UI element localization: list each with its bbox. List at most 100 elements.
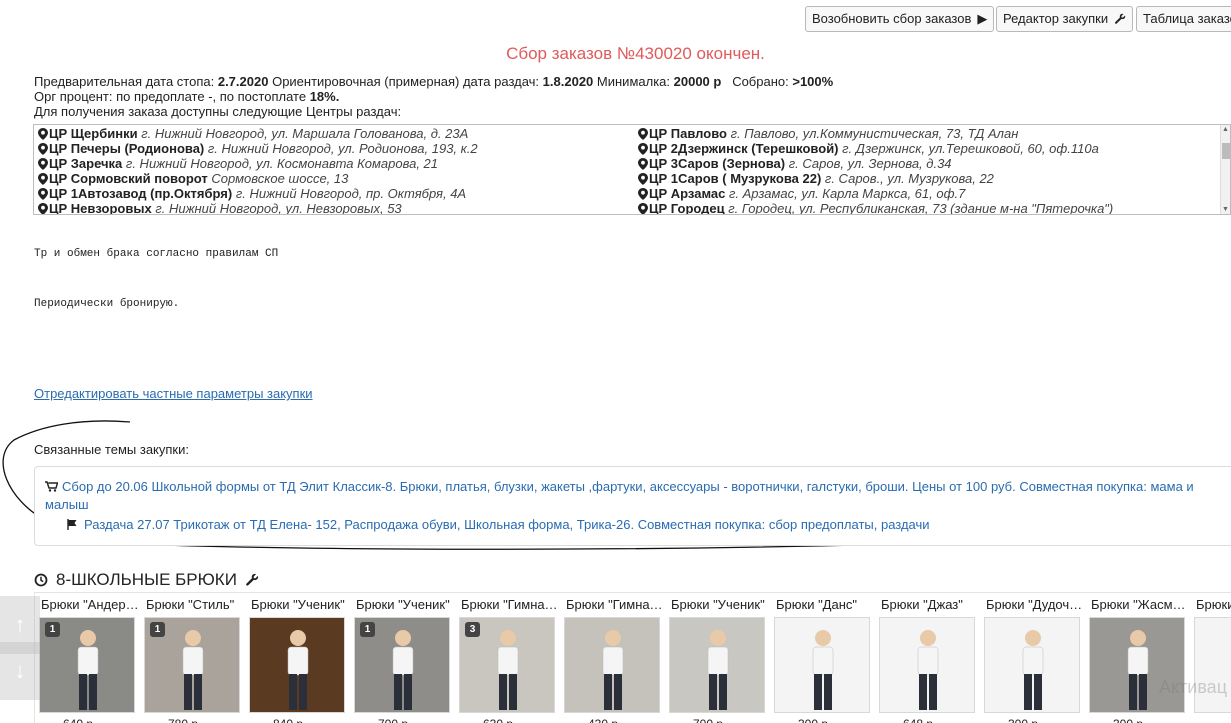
center-address: г. Нижний Новгород, ул. Космонавта Комар… — [125, 156, 439, 171]
map-marker-icon — [38, 173, 48, 185]
product-image[interactable] — [249, 617, 345, 713]
activation-watermark: Активац — [1158, 677, 1227, 697]
product-card[interactable]: Брюки "Жасмин" 300 р. — [1085, 593, 1191, 723]
product-name[interactable]: Брюки "Дудочки" — [986, 597, 1086, 612]
product-card[interactable]: Брюки — [1190, 593, 1231, 723]
product-price: 700 р. — [378, 717, 411, 723]
product-name[interactable]: Брюки "Гимназист" — [566, 597, 666, 612]
related-topic-2-text[interactable]: Раздача 27.07 Трикотаж от ТД Елена- 152,… — [84, 517, 930, 532]
minimum-value: 20000 р — [673, 74, 722, 89]
page-title: Сбор заказов №430020 окончен. — [506, 44, 765, 63]
product-card[interactable]: Брюки "Ученик" 840 р. — [245, 593, 350, 723]
related-topic-1[interactable]: Сбор до 20.06 Школьной формы от ТД Элит … — [45, 478, 1205, 514]
orders-table-label: Таблица заказов — [1143, 11, 1231, 26]
map-marker-icon — [638, 128, 648, 140]
center-name: ЦР 2Дзержинск (Терешковой) — [649, 141, 839, 156]
products-strip: Брюки "Андерсон" 1 640 р. Брюки "Стиль" 1 780… — [34, 592, 1231, 723]
center-name: ЦР Арзамас — [649, 186, 726, 201]
related-topic-2[interactable]: Раздача 27.07 Трикотаж от ТД Елена- 152,… — [67, 516, 1227, 534]
section-title: 8-ШКОЛЬНЫЕ БРЮКИ — [56, 570, 237, 589]
map-marker-icon — [638, 173, 648, 185]
resume-orders-button[interactable]: Возобновить сбор заказов ▶ — [805, 6, 995, 32]
centers-label: Для получения заказа доступны следующие … — [34, 104, 402, 119]
center-name: ЦР 1Саров ( Музрукова 22) — [649, 171, 822, 186]
product-name[interactable]: Брюки — [1196, 597, 1231, 612]
product-figure — [812, 630, 834, 710]
product-price: 300 р. — [1113, 717, 1146, 723]
center-item: ЦР Печеры (Родионова) г. Нижний Новгород… — [37, 141, 478, 156]
product-image[interactable] — [774, 617, 870, 713]
product-name[interactable]: Брюки "Ученик" — [251, 597, 351, 612]
product-name[interactable]: Брюки "Ученик" — [671, 597, 771, 612]
purchase-editor-button[interactable]: Редактор закупки — [996, 6, 1134, 32]
section-wrench-icon[interactable] — [245, 573, 259, 587]
product-image[interactable] — [669, 617, 765, 713]
product-name[interactable]: Брюки "Стиль" — [146, 597, 246, 612]
related-topic-1-text[interactable]: Сбор до 20.06 Школьной формы от ТД Элит … — [45, 479, 1194, 512]
product-card[interactable]: Брюки "Стиль" 1 780 р. — [140, 593, 245, 723]
center-name: ЦР Городец — [649, 201, 725, 215]
distribution-date: 1.8.2020 — [542, 74, 594, 89]
product-figure — [1195, 618, 1231, 713]
product-card[interactable]: Брюки "Дудочки" 300 р. — [980, 593, 1086, 723]
photo-count-badge: 1 — [360, 622, 375, 637]
center-name: ЦР Сормовский поворот — [49, 171, 208, 186]
center-address: г. Нижний Новгород, пр. Октября, 4А — [235, 186, 467, 201]
product-card[interactable]: Брюки "Андерсон" 1 640 р. — [35, 593, 141, 723]
map-marker-icon — [38, 143, 48, 155]
org-percent-line: Орг процент: по предоплате -, по постопл… — [34, 89, 340, 104]
scroll-up-icon[interactable]: ▲ — [1222, 126, 1229, 133]
product-figure — [602, 630, 624, 710]
product-image[interactable] — [879, 617, 975, 713]
related-topics-box: Сбор до 20.06 Школьной формы от ТД Элит … — [34, 466, 1231, 546]
product-image[interactable] — [1194, 617, 1231, 713]
note-line-2: Периодически бронирую. — [34, 298, 180, 310]
product-image[interactable] — [564, 617, 660, 713]
product-image[interactable]: 1 — [39, 617, 135, 713]
edit-params-link[interactable]: Отредактировать частные параметры закупк… — [34, 386, 313, 401]
product-name[interactable]: Брюки "Андерсон" — [41, 597, 141, 612]
distribution-centers-list[interactable]: ЦР Щербинки г. Нижний Новгород, ул. Марш… — [33, 124, 1231, 215]
center-name: ЦР Печеры (Родионова) — [49, 141, 205, 156]
product-name[interactable]: Брюки "Ученик" — [356, 597, 456, 612]
product-image[interactable]: 1 — [144, 617, 240, 713]
product-name[interactable]: Брюки "Жасмин" — [1091, 597, 1191, 612]
product-image[interactable] — [1089, 617, 1185, 713]
photo-count-badge: 1 — [150, 622, 165, 637]
map-marker-icon — [638, 158, 648, 170]
center-name: ЦР Щербинки — [49, 126, 138, 141]
product-card[interactable]: Брюки "Гимназист" 430 р. — [560, 593, 666, 723]
product-card[interactable]: Брюки "Данс" 300 р. — [770, 593, 875, 723]
product-name[interactable]: Брюки "Джаз" — [881, 597, 981, 612]
product-price: 630 р. — [483, 717, 516, 723]
center-address: г. Нижний Новгород, ул. Невзоровых, 53 — [155, 201, 402, 215]
product-figure — [707, 630, 729, 710]
scroll-down-icon[interactable]: ▼ — [1222, 206, 1229, 213]
product-card[interactable]: Брюки "Джаз" 648 р. — [875, 593, 980, 723]
cart-icon — [45, 481, 59, 492]
dates-line: Предварительная дата стопа: 2.7.2020 Ори… — [34, 74, 834, 89]
scrollbar-thumb[interactable] — [1222, 143, 1230, 159]
product-name[interactable]: Брюки "Гимназист" — [461, 597, 561, 612]
center-item: ЦР Городец г. Городец, ул. Республиканск… — [637, 201, 1114, 215]
product-figure — [917, 630, 939, 710]
centers-scrollbar[interactable]: ▲ ▼ — [1220, 125, 1230, 214]
product-price: 648 р. — [903, 717, 936, 723]
product-figure — [287, 630, 309, 710]
product-image[interactable]: 3 — [459, 617, 555, 713]
center-item: ЦР Арзамас г. Арзамас, ул. Карла Маркса,… — [637, 186, 1113, 201]
orders-table-button[interactable]: Таблица заказов — [1136, 6, 1231, 32]
center-address: г. Дзержинск, ул.Терешковой, 60, оф.110а — [842, 141, 1099, 156]
product-card[interactable]: Брюки "Ученик" 1 700 р. — [350, 593, 455, 723]
product-image[interactable]: 1 — [354, 617, 450, 713]
center-address: г. Городец, ул. Республиканская, 73 (зда… — [728, 201, 1114, 215]
center-item: ЦР 1Автозавод (пр.Октября) г. Нижний Нов… — [37, 186, 478, 201]
product-price: 300 р. — [1008, 717, 1041, 723]
product-image[interactable] — [984, 617, 1080, 713]
product-card[interactable]: Брюки "Ученик" 700 р. — [665, 593, 770, 723]
product-name[interactable]: Брюки "Данс" — [776, 597, 876, 612]
product-price: 640 р. — [63, 717, 96, 723]
center-address: г. Павлово, ул.Коммунистическая, 73, ТД … — [730, 126, 1019, 141]
product-card[interactable]: Брюки "Гимназист" 3 630 р. — [455, 593, 561, 723]
scroll-down-button[interactable]: ↓ — [0, 642, 40, 700]
